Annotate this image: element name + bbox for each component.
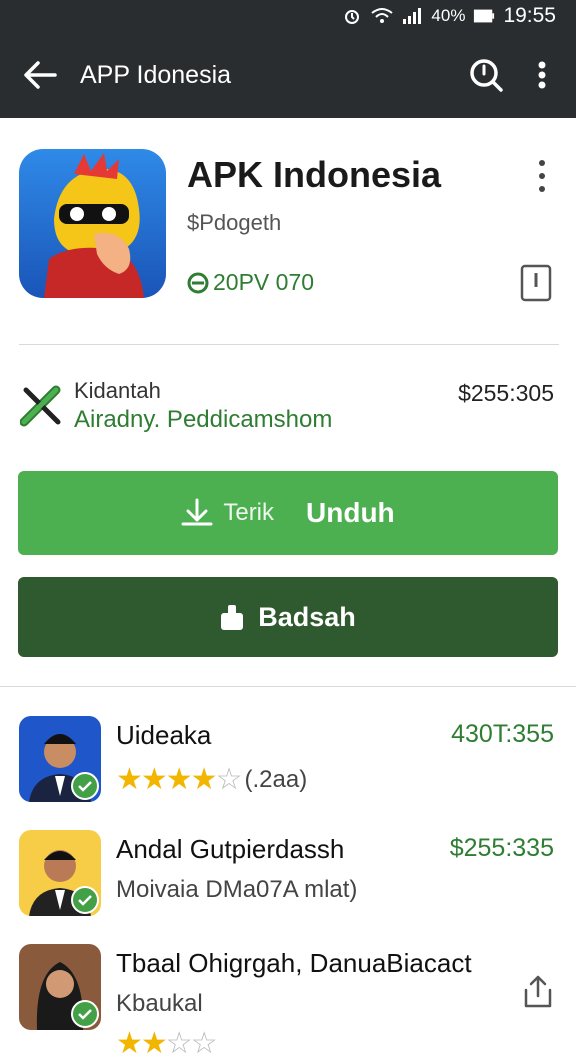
bookmark-button[interactable] xyxy=(520,264,552,302)
rating-text: 20PV 070 xyxy=(213,269,315,295)
list-item[interactable]: Tbaal Ohigrgah, DanuaBiacact Kbaukal ★★☆… xyxy=(0,928,576,1060)
app-more-button[interactable] xyxy=(528,160,556,192)
status-bar: 40% 19:55 xyxy=(0,0,576,32)
alarm-icon xyxy=(341,7,363,25)
list-item-name: Tbaal Ohigrgah, DanuaBiacact xyxy=(116,948,472,978)
tool-icon xyxy=(19,384,64,428)
dot xyxy=(539,186,545,192)
lock-icon xyxy=(221,605,244,630)
avatar xyxy=(19,944,101,1030)
list-item-subtitle: Kbaukal xyxy=(116,990,203,1017)
dot xyxy=(539,160,545,166)
rating-icon xyxy=(187,272,209,293)
app-name: APK Indonesia xyxy=(187,154,442,195)
star-rating: ★★☆☆ xyxy=(116,1027,218,1060)
list-item-rating: ★★★★☆ (.2aa) xyxy=(116,762,307,797)
download-icon xyxy=(181,498,213,526)
list-item[interactable]: Andal Gutpierdassh Moivaia DMa07A mlat) … xyxy=(0,814,576,928)
avatar xyxy=(19,716,101,802)
verified-badge-icon xyxy=(71,886,99,914)
download-sub-label: Terik xyxy=(223,499,275,526)
list-item-subtitle: Moivaia DMa07A mlat) xyxy=(116,876,358,903)
divider xyxy=(19,344,559,345)
app-list: Uideaka ★★★★☆ (.2aa) 430T:355 Andal Gutp… xyxy=(0,700,576,1060)
page-title: APP Idonesia xyxy=(80,60,232,89)
more-vert-icon xyxy=(538,61,546,89)
info-size: $255:305 xyxy=(458,380,554,406)
list-item[interactable]: Uideaka ★★★★☆ (.2aa) 430T:355 xyxy=(0,700,576,814)
back-arrow-icon xyxy=(24,61,57,89)
share-button[interactable] xyxy=(522,974,554,1010)
info-label: Kidantah xyxy=(74,378,161,403)
bookmark-icon xyxy=(520,264,552,302)
app-bar: APP Idonesia xyxy=(0,32,576,118)
search-button[interactable] xyxy=(454,32,518,118)
divider xyxy=(0,686,576,687)
share-icon xyxy=(524,975,552,1008)
overflow-menu-button[interactable] xyxy=(518,32,566,118)
app-header: APK Indonesia $Pdogeth 20PV 070 xyxy=(0,128,576,358)
battery-percent: 40% xyxy=(431,6,466,25)
developer-name[interactable]: $Pdogeth xyxy=(187,210,281,236)
download-label: Unduh xyxy=(306,497,395,528)
info-category[interactable]: Airadny. Peddicamshom xyxy=(74,406,332,434)
star-rating: ★★★★☆ xyxy=(116,763,242,796)
rating-summary: 20PV 070 xyxy=(187,269,314,296)
signal-icon xyxy=(401,7,423,25)
search-icon xyxy=(470,59,503,92)
secondary-label: Badsah xyxy=(258,601,356,632)
secondary-button[interactable]: Badsah xyxy=(18,577,558,657)
dot xyxy=(539,173,545,179)
list-item-price: 430T:355 xyxy=(451,720,554,748)
back-button[interactable] xyxy=(0,32,80,118)
download-button[interactable]: Terik Unduh xyxy=(18,471,558,555)
avatar xyxy=(19,830,101,916)
app-info-row: Kidantah Airadny. Peddicamshom $255:305 xyxy=(0,372,576,442)
list-item-name: Uideaka xyxy=(116,720,212,750)
list-item-price: $255:335 xyxy=(449,834,554,862)
clock: 19:55 xyxy=(503,4,556,27)
app-icon[interactable] xyxy=(19,149,166,298)
battery-icon xyxy=(473,7,495,25)
rating-count: (.2aa) xyxy=(244,765,308,793)
list-item-name: Andal Gutpierdassh xyxy=(116,834,345,864)
verified-badge-icon xyxy=(71,772,99,800)
wifi-icon xyxy=(371,7,394,25)
